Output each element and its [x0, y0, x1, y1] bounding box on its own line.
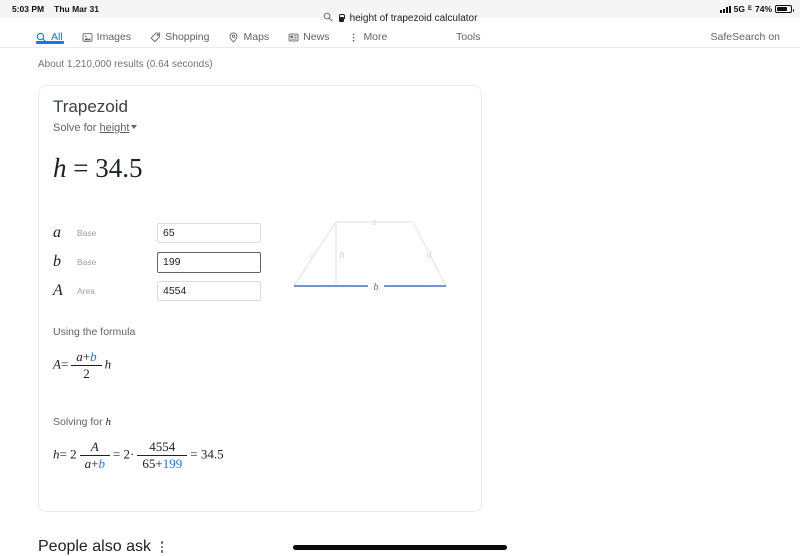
- search-query-text[interactable]: height of trapezoid calculator: [350, 13, 478, 24]
- solve-answer: 34.5: [200, 446, 224, 462]
- trapezoid-left-leg: [293, 221, 337, 287]
- formula-fraction: a+b 2: [71, 349, 102, 382]
- formula-num-b: b: [90, 349, 97, 364]
- solve-eq2: =: [112, 446, 121, 462]
- tab-shopping[interactable]: Shopping: [150, 31, 209, 43]
- kebab-icon[interactable]: [160, 541, 164, 553]
- safesearch-label: SafeSearch on: [710, 31, 780, 43]
- solve-two: 2: [70, 446, 77, 462]
- result-equation: h = 34.5: [53, 153, 142, 184]
- solve-num-A: A: [90, 439, 99, 454]
- diagram-label-b: b: [374, 282, 379, 293]
- people-also-ask-title: People also ask: [38, 538, 151, 555]
- tab-label: News: [303, 31, 330, 43]
- diagram-label-c: c: [310, 250, 315, 261]
- field-label: Area: [77, 286, 95, 296]
- field-label: Base: [77, 257, 97, 267]
- safesearch-button[interactable]: SafeSearch on: [711, 26, 780, 48]
- active-tab-underline: [36, 41, 64, 44]
- solve-for-label: Solve for: [53, 122, 97, 134]
- news-icon: [288, 32, 299, 43]
- solving-heading-text: Solving for: [53, 416, 103, 428]
- result-equals: =: [73, 153, 89, 183]
- field-symbol: A: [53, 282, 63, 299]
- lock-icon: [338, 13, 345, 23]
- input-b-base[interactable]: [157, 251, 261, 273]
- solve-den-2: 65+199: [137, 455, 188, 472]
- search-icon: [323, 12, 333, 25]
- input-a-base[interactable]: [157, 223, 261, 243]
- tab-more[interactable]: More: [348, 31, 387, 43]
- search-bar[interactable]: height of trapezoid calculator: [0, 10, 800, 26]
- solve-equals: =: [59, 446, 67, 462]
- image-icon: [82, 32, 93, 43]
- tab-images[interactable]: Images: [82, 31, 131, 43]
- tab-label: Maps: [243, 31, 270, 43]
- solving-heading-symbol: h: [105, 416, 112, 428]
- tab-maps[interactable]: Maps: [228, 31, 269, 43]
- solving-heading: Solving for h: [53, 416, 111, 428]
- formula-denominator: 2: [71, 365, 102, 382]
- nav-tabs: All Images Shopping Maps News More: [36, 26, 387, 48]
- formula-A: A: [53, 356, 61, 372]
- pin-icon: [228, 32, 239, 43]
- tag-icon: [150, 32, 161, 43]
- field-row-b: b Base: [53, 248, 261, 276]
- solve-den-b: b: [98, 456, 105, 471]
- diagram-label-h: h: [340, 250, 345, 261]
- chevron-down-icon[interactable]: [131, 125, 138, 129]
- solve-fraction-2: 4554 65+199: [137, 439, 188, 472]
- solve-for-dropdown-value[interactable]: height: [99, 122, 129, 134]
- solve-den-val-plus: +: [155, 456, 163, 471]
- input-fields: a Base b Base A Area: [53, 219, 261, 306]
- area-formula: A= a+b 2 h: [53, 349, 111, 382]
- field-symbol: a: [53, 224, 61, 241]
- result-value: 34.5: [95, 153, 143, 183]
- tab-news[interactable]: News: [288, 31, 329, 43]
- search-nav-bar: All Images Shopping Maps News More Tools…: [0, 26, 800, 48]
- kebab-icon: [348, 32, 359, 43]
- results-count: About 1,210,000 results (0.64 seconds): [38, 59, 213, 70]
- formula-equals: =: [60, 356, 69, 372]
- tools-button[interactable]: Tools: [456, 26, 481, 48]
- diagram-label-a: a: [372, 217, 377, 228]
- card-title: Trapezoid: [53, 97, 128, 116]
- solve-eq3: =: [190, 446, 198, 462]
- tab-label: Shopping: [165, 31, 210, 43]
- solve-dot: ·: [130, 446, 135, 462]
- tab-label: Images: [96, 31, 132, 43]
- field-row-area: A Area: [53, 277, 261, 305]
- field-symbol: b: [53, 253, 61, 270]
- solve-den-val-a: 65: [142, 456, 156, 471]
- people-also-ask-section: People also ask: [38, 538, 164, 556]
- solve-fraction-1: Aa+b: [79, 439, 110, 472]
- formula-heading: Using the formula: [53, 326, 136, 338]
- trapezoid-diagram: a b c d h: [286, 206, 461, 306]
- solve-num-val: 4554: [149, 439, 176, 454]
- trapezoid-calculator-card: Trapezoid Solve for height h = 34.5 a Ba…: [38, 85, 482, 512]
- field-row-a: a Base: [53, 219, 261, 247]
- result-symbol: h: [53, 153, 67, 183]
- solving-equation: h= 2 Aa+b = 2· 4554 65+199 = 34.5: [53, 439, 224, 472]
- solve-for-row[interactable]: Solve for height: [53, 122, 138, 134]
- home-indicator[interactable]: [293, 545, 507, 550]
- solve-den-val-b: 199: [162, 456, 183, 471]
- formula-h: h: [104, 356, 112, 372]
- input-area[interactable]: [157, 281, 261, 301]
- formula-numerator: a+b: [71, 349, 101, 365]
- tab-label: More: [363, 31, 388, 43]
- solve-den-1: a+b: [79, 455, 110, 472]
- field-label: Base: [77, 228, 97, 238]
- tools-label: Tools: [456, 31, 481, 43]
